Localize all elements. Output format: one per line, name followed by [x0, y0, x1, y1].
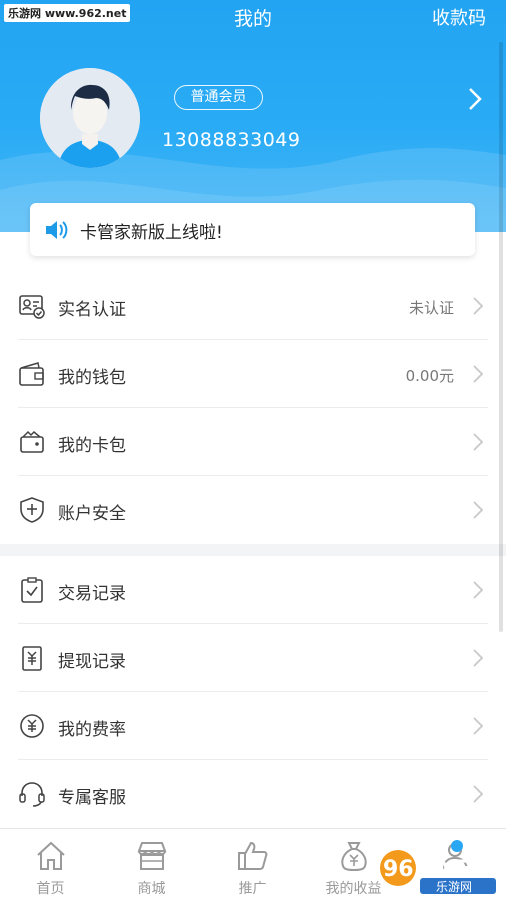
page-title: 我的 [233, 8, 272, 30]
menu-item-label: 提现记录 [58, 652, 126, 672]
tab-home[interactable]: 首页 [0, 829, 101, 900]
chevron-right-icon [473, 581, 484, 599]
announcement-bar[interactable]: 卡管家新版上线啦! [30, 203, 475, 256]
tab-label: 推广 [238, 881, 267, 897]
member-level-badge: 普通会员 [174, 85, 263, 110]
menu-item-label: 我的钱包 [58, 368, 126, 388]
chevron-right-icon [473, 297, 484, 315]
chevron-right-icon [473, 365, 484, 383]
money-bag-icon [341, 842, 367, 872]
chevron-right-icon [473, 501, 484, 519]
menu-item-wallet[interactable]: 我的钱包 0.00元 [0, 340, 506, 408]
logo-962-sub: 乐游网 [436, 880, 472, 894]
speaker-icon [46, 221, 68, 239]
clipboard-check-icon [21, 577, 43, 603]
wallet-icon [19, 362, 44, 386]
chevron-right-icon[interactable] [466, 86, 484, 112]
menu-item-label: 我的卡包 [58, 436, 126, 456]
receive-code-link[interactable]: 收款码 [432, 4, 486, 30]
menu-item-label: 账户安全 [58, 504, 126, 524]
tab-label: 商城 [137, 881, 166, 897]
home-icon [37, 841, 65, 870]
store-icon [137, 842, 167, 870]
headset-icon [19, 782, 45, 807]
chevron-right-icon [473, 717, 484, 735]
site-logo-962: 962.NET 乐游网 [380, 850, 496, 894]
id-card-icon [19, 295, 45, 319]
wallet-balance: 0.00元 [405, 367, 454, 385]
profile-header: 乐游网 www.962.net 我的 收款码 普通会员 13088833049 [0, 0, 506, 232]
section-gap [0, 544, 506, 556]
shield-icon [20, 497, 44, 523]
scrollbar[interactable] [499, 42, 503, 632]
menu-item-label: 专属客服 [58, 788, 126, 808]
menu-group-account: 实名认证 未认证 我的钱包 0.00元 我的卡包 账户安全 [0, 272, 506, 544]
user-avatar-icon [40, 68, 140, 168]
tab-label: 首页 [36, 881, 65, 897]
avatar[interactable] [40, 68, 140, 168]
menu-item-card-bag[interactable]: 我的卡包 [0, 408, 506, 476]
menu-item-label: 我的费率 [58, 720, 126, 740]
verification-status: 未认证 [408, 299, 454, 317]
card-bag-icon [20, 430, 44, 453]
thumbs-up-icon [238, 841, 268, 870]
receipt-yuan-icon [22, 646, 42, 671]
menu-item-real-name[interactable]: 实名认证 未认证 [0, 272, 506, 340]
menu-item-withdrawals[interactable]: 提现记录 [0, 624, 506, 692]
menu-item-customer-service[interactable]: 专属客服 [0, 760, 506, 828]
menu-item-account-security[interactable]: 账户安全 [0, 476, 506, 544]
menu-item-label: 实名认证 [58, 300, 126, 320]
menu-item-transactions[interactable]: 交易记录 [0, 556, 506, 624]
tab-store[interactable]: 商城 [101, 829, 202, 900]
announcement-text: 卡管家新版上线啦! [80, 223, 223, 243]
chevron-right-icon [473, 649, 484, 667]
tab-promote[interactable]: 推广 [202, 829, 303, 900]
menu-group-records: 交易记录 提现记录 我的费率 专属客服 [0, 556, 506, 828]
menu-item-label: 交易记录 [58, 584, 126, 604]
chevron-right-icon [473, 433, 484, 451]
chevron-right-icon [473, 785, 484, 803]
menu-item-fee-rate[interactable]: 我的费率 [0, 692, 506, 760]
yuan-circle-icon [20, 714, 44, 738]
user-phone: 13088833049 [162, 129, 301, 151]
